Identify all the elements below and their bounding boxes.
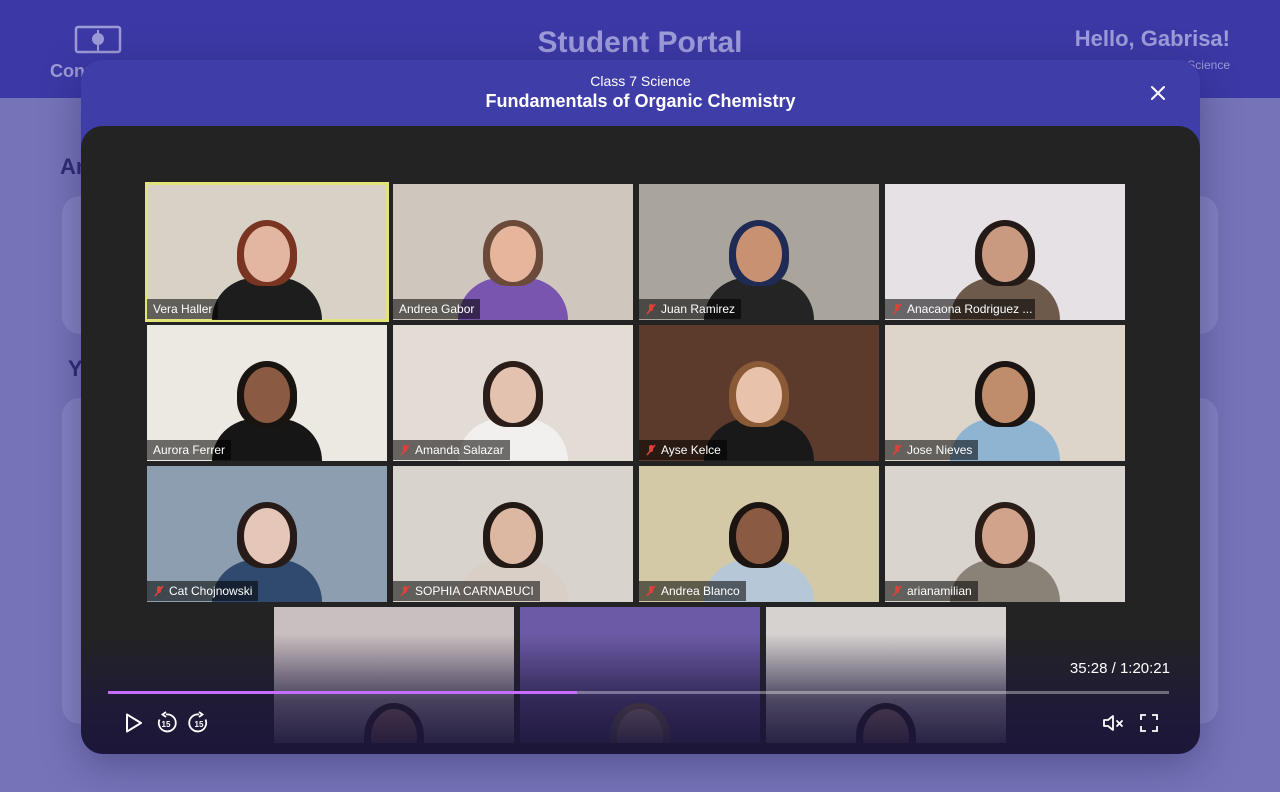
modal-title: Fundamentals of Organic Chemistry <box>485 91 796 111</box>
mic-muted-icon <box>154 585 164 597</box>
mic-muted-icon <box>646 303 656 315</box>
participant-name-tag: arianamilian <box>885 581 978 601</box>
participant-face <box>244 508 290 564</box>
participant-face <box>244 367 290 423</box>
participant-face <box>982 367 1028 423</box>
participant-name-tag: Juan Ramirez <box>639 299 742 319</box>
participant-tile: arianamilian <box>885 466 1125 602</box>
mic-muted-icon <box>646 444 656 456</box>
participant-tile: Cat Chojnowski <box>147 466 387 602</box>
participant-name-tag: Andrea Blanco <box>639 581 746 601</box>
modal-header: Class 7 Science Fundamentals of Organic … <box>81 60 1200 126</box>
participant-tile: Andrea Gabor <box>393 184 633 320</box>
participant-tile: Ayse Kelce <box>639 325 879 461</box>
participant-tile: Anacaona Rodriguez ... <box>885 184 1125 320</box>
participant-name: arianamilian <box>907 584 972 598</box>
participant-name: Vera Haller <box>153 302 213 316</box>
participant-name: Andrea Gabor <box>399 302 475 316</box>
participant-name-tag: Cat Chojnowski <box>147 581 259 601</box>
rewind-15-icon[interactable]: 15 <box>154 711 178 735</box>
participant-name-tag: Aurora Ferrer <box>147 440 232 460</box>
participant-name: Jose Nieves <box>907 443 973 457</box>
forward-15-icon[interactable]: 15 <box>187 711 211 735</box>
participant-name-tag: Amanda Salazar <box>393 440 510 460</box>
mic-muted-icon <box>400 444 410 456</box>
participant-face <box>736 226 782 282</box>
forward-label: 15 <box>195 720 204 729</box>
participant-name: Amanda Salazar <box>415 443 504 457</box>
participant-tile: Aurora Ferrer <box>147 325 387 461</box>
participant-name: SOPHIA CARNABUCI <box>415 584 534 598</box>
rewind-label: 15 <box>162 720 171 729</box>
participant-face <box>490 367 536 423</box>
participant-name-tag: Ayse Kelce <box>639 440 727 460</box>
participant-name-tag: Jose Nieves <box>885 440 979 460</box>
participant-face <box>982 226 1028 282</box>
controls-overlay <box>81 634 1200 754</box>
greeting-name: Hello, Gabrisa! <box>1074 26 1230 51</box>
participant-tile: Andrea Blanco <box>639 466 879 602</box>
participant-face <box>244 226 290 282</box>
participant-face <box>736 508 782 564</box>
participant-name: Juan Ramirez <box>661 302 736 316</box>
participant-name-tag: Andrea Gabor <box>393 299 481 319</box>
mic-muted-icon <box>892 444 902 456</box>
mic-muted-icon <box>400 585 410 597</box>
time-display: 35:28 / 1:20:21 <box>1069 660 1170 677</box>
volume-muted-icon[interactable] <box>1101 711 1125 735</box>
participant-tile: Jose Nieves <box>885 325 1125 461</box>
participant-face <box>490 508 536 564</box>
participant-name-tag: Anacaona Rodriguez ... <box>885 299 1035 319</box>
participant-tile: Vera Haller <box>145 182 389 322</box>
mic-muted-icon <box>646 585 656 597</box>
participant-face <box>982 508 1028 564</box>
participant-video <box>212 220 322 320</box>
mic-muted-icon <box>892 585 902 597</box>
fullscreen-icon[interactable] <box>1137 711 1161 735</box>
participant-tile: SOPHIA CARNABUCI <box>393 466 633 602</box>
participant-name: Andrea Blanco <box>661 584 740 598</box>
progress-bar[interactable] <box>108 691 1169 694</box>
participant-name: Anacaona Rodriguez ... <box>907 302 1033 316</box>
video-modal: Class 7 Science Fundamentals of Organic … <box>81 60 1200 754</box>
close-icon[interactable] <box>1150 85 1166 101</box>
participant-name: Cat Chojnowski <box>169 584 253 598</box>
participant-name-tag: Vera Haller <box>147 299 219 319</box>
progress-fill <box>108 691 577 694</box>
participant-name-tag: SOPHIA CARNABUCI <box>393 581 540 601</box>
mic-muted-icon <box>892 303 902 315</box>
participant-tile: Amanda Salazar <box>393 325 633 461</box>
participant-face <box>490 226 536 282</box>
play-icon[interactable] <box>121 711 145 735</box>
participant-face <box>736 367 782 423</box>
participant-tile: Juan Ramirez <box>639 184 879 320</box>
participant-name: Ayse Kelce <box>661 443 721 457</box>
modal-subtitle: Class 7 Science <box>590 73 691 89</box>
participant-name: Aurora Ferrer <box>153 443 226 457</box>
video-player[interactable]: Vera Haller Andrea Gabor Juan Ramirez Anaca… <box>81 126 1200 754</box>
